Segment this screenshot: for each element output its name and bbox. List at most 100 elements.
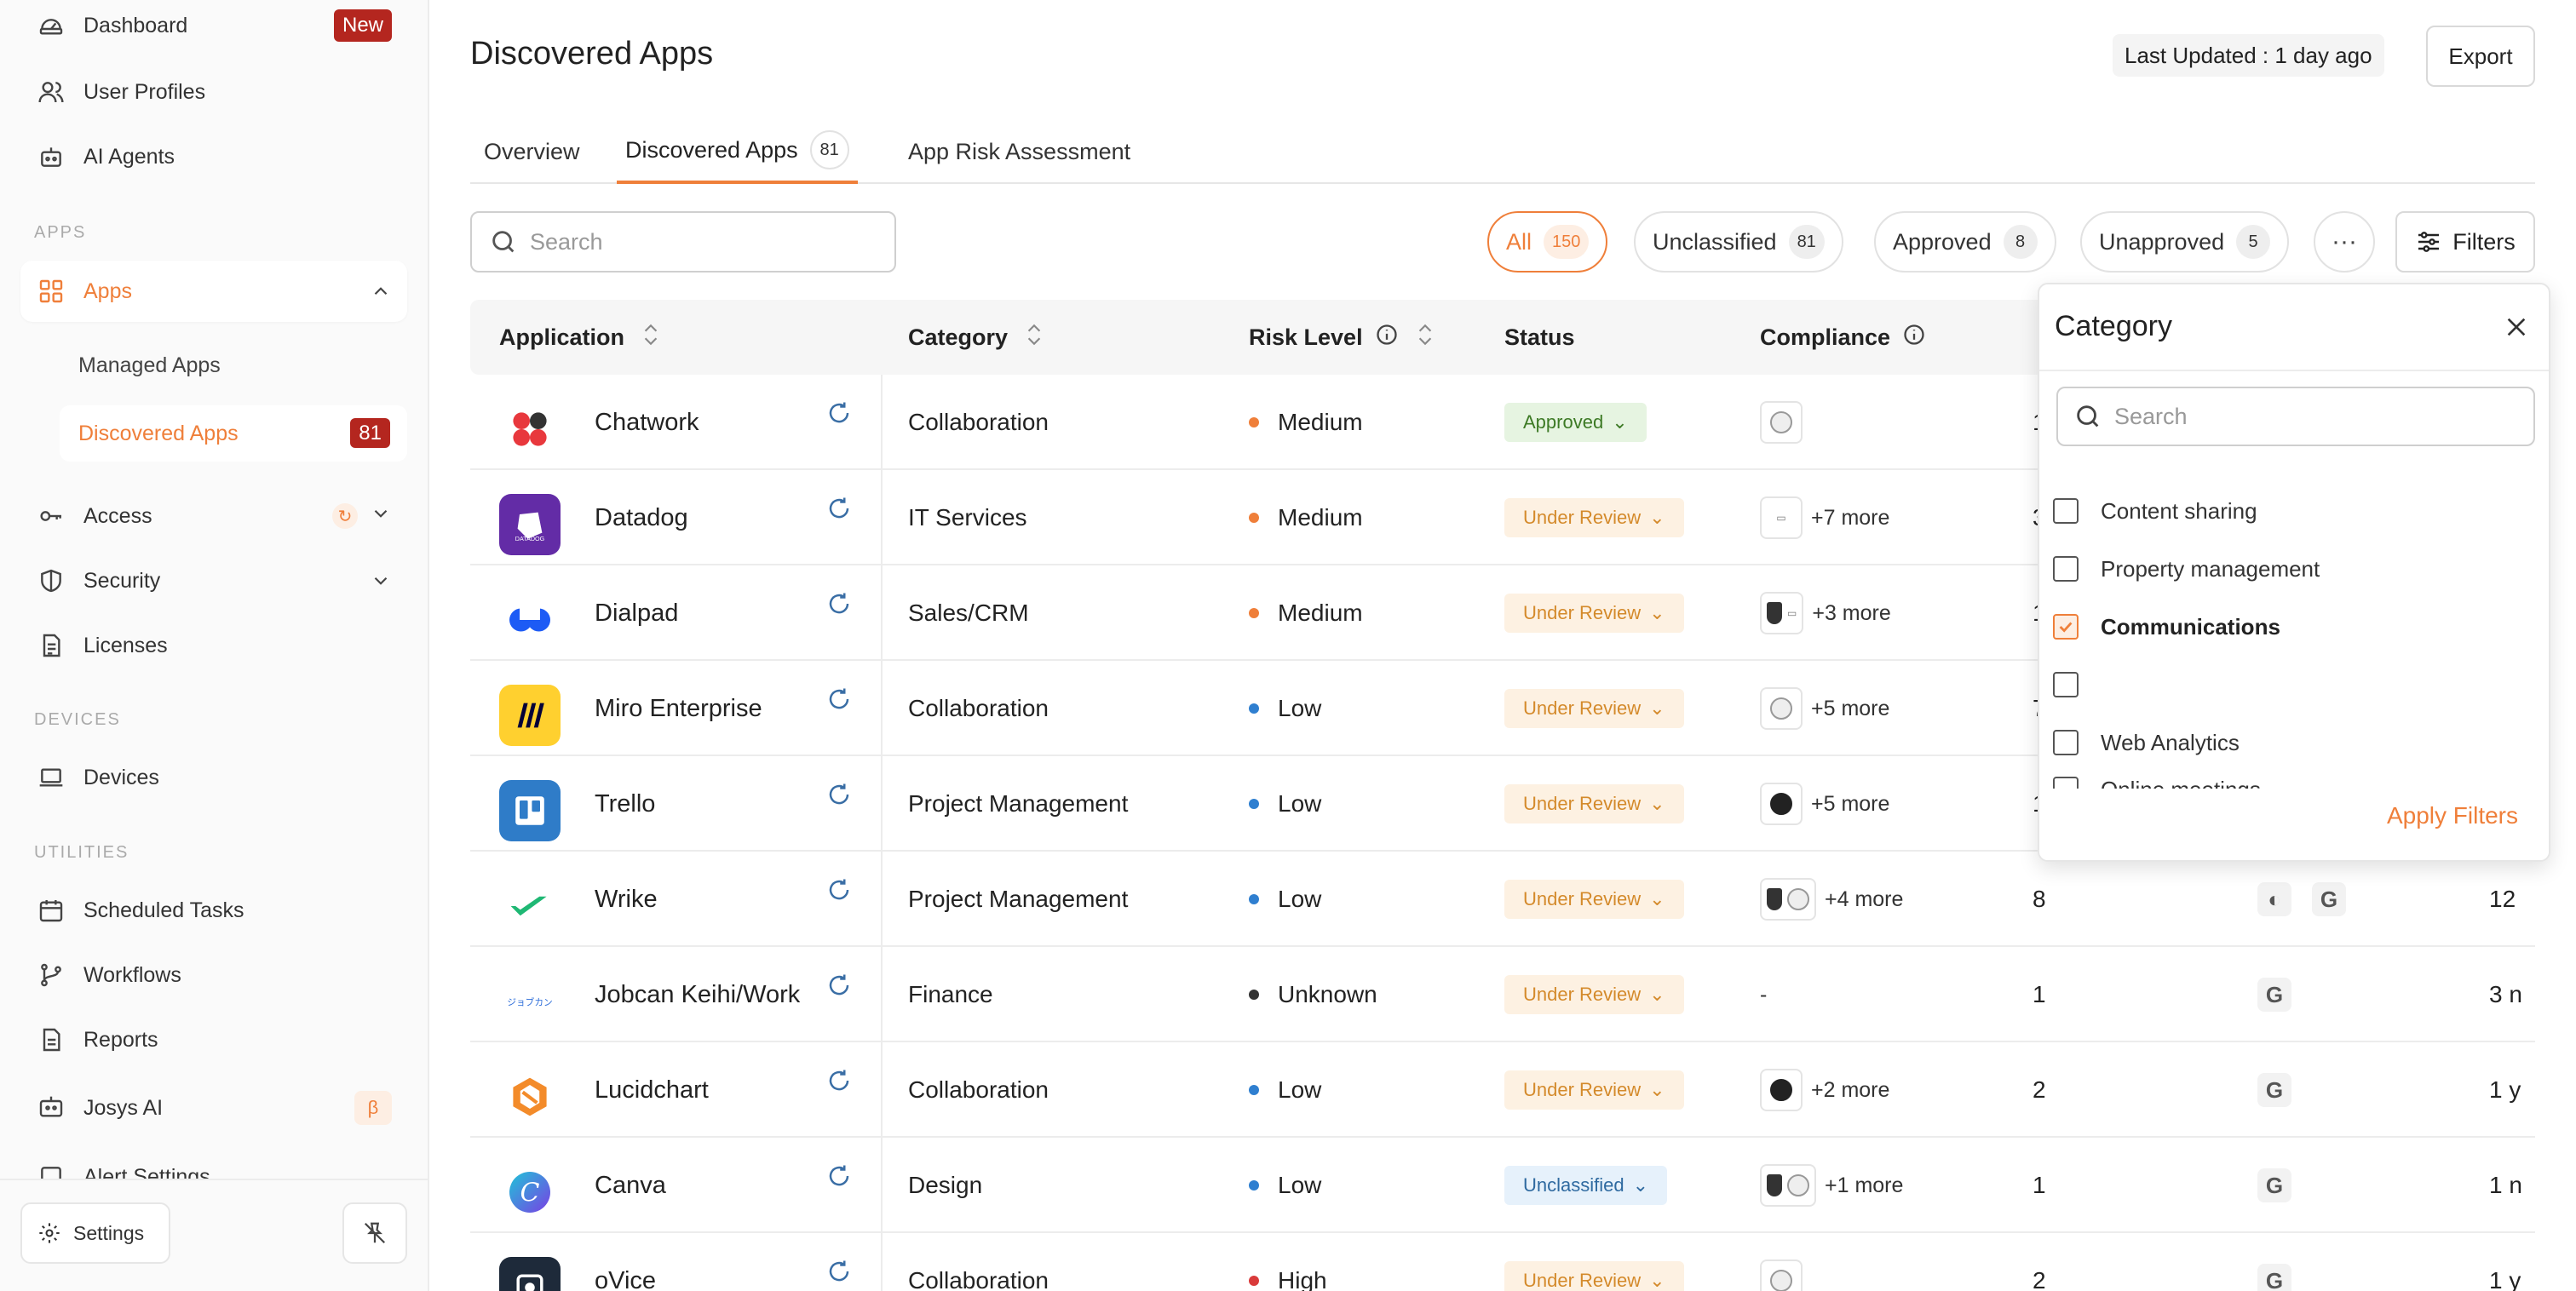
apply-filters-button[interactable]: Apply Filters — [2387, 802, 2518, 829]
chevron-up-icon[interactable] — [370, 280, 392, 302]
nav-reports[interactable]: Reports — [20, 1009, 407, 1070]
search-field[interactable] — [470, 211, 896, 273]
checkbox[interactable] — [2053, 672, 2079, 697]
filter-pill-unclassified[interactable]: Unclassified 81 — [1634, 211, 1843, 273]
search-input[interactable] — [530, 228, 871, 255]
sync-icon[interactable] — [826, 1259, 855, 1288]
tab-app-risk-assessment[interactable]: App Risk Assessment — [908, 119, 1130, 184]
nav-workflows[interactable]: Workflows — [20, 944, 407, 1006]
category-search-field[interactable] — [2056, 387, 2535, 446]
app-name[interactable]: Lucidchart — [595, 1042, 709, 1138]
status-dropdown[interactable]: Approved ⌄ — [1504, 403, 1647, 442]
compliance-badges[interactable] — [1760, 783, 1803, 825]
app-name[interactable]: Canva — [595, 1138, 666, 1233]
category-option[interactable]: Communications — [2053, 605, 2280, 649]
status-dropdown[interactable]: Under Review ⌄ — [1504, 975, 1684, 1014]
sync-icon[interactable] — [826, 686, 855, 715]
status-dropdown[interactable]: Under Review ⌄ — [1504, 784, 1684, 823]
status-dropdown[interactable]: Under Review ⌄ — [1504, 1261, 1684, 1291]
sync-icon[interactable] — [826, 1068, 855, 1097]
compliance-more-label[interactable]: +5 more — [1811, 697, 1889, 721]
compliance-badges[interactable]: ▭ — [1760, 592, 1804, 634]
app-name[interactable]: oVice — [595, 1233, 656, 1291]
app-name[interactable]: Dialpad — [595, 565, 678, 661]
status-cell[interactable]: Under Review ⌄ — [1504, 756, 1684, 852]
sort-icon[interactable] — [1008, 322, 1045, 353]
status-dropdown[interactable]: Under Review ⌄ — [1504, 880, 1684, 919]
status-cell[interactable]: Approved ⌄ — [1504, 375, 1647, 470]
nav-security[interactable]: Security — [20, 550, 407, 611]
app-name[interactable]: Jobcan Keihi/Work — [595, 947, 800, 1042]
table-row[interactable]: C Canva Design Low Unclassified ⌄ +1 more… — [470, 1138, 2535, 1233]
filter-pill-approved[interactable]: Approved 8 — [1874, 211, 2056, 273]
nav-josys-ai[interactable]: Josys AI β — [20, 1077, 407, 1139]
table-row[interactable]: oVice Collaboration High Under Review ⌄ 2… — [470, 1233, 2535, 1291]
status-cell[interactable]: Unclassified ⌄ — [1504, 1138, 1668, 1233]
category-option[interactable] — [2053, 663, 2101, 707]
compliance-more-label[interactable]: +1 more — [1825, 1173, 1903, 1198]
status-dropdown[interactable]: Under Review ⌄ — [1504, 1070, 1684, 1110]
sync-icon[interactable] — [826, 496, 855, 525]
status-cell[interactable]: Under Review ⌄ — [1504, 1233, 1684, 1291]
status-cell[interactable]: Under Review ⌄ — [1504, 947, 1684, 1042]
checkbox-checked[interactable] — [2053, 614, 2079, 640]
nav-dashboard[interactable]: Dashboard New — [20, 0, 407, 56]
app-name[interactable]: Chatwork — [595, 375, 699, 470]
sort-icon[interactable] — [624, 322, 662, 353]
nav-scheduled-tasks[interactable]: Scheduled Tasks — [20, 880, 407, 941]
compliance-more-label[interactable]: +5 more — [1811, 792, 1889, 817]
tab-discovered-apps[interactable]: Discovered Apps 81 — [617, 119, 858, 184]
sync-icon[interactable] — [826, 877, 855, 906]
app-name[interactable]: Trello — [595, 756, 655, 852]
nav-ai-agents[interactable]: AI Agents — [20, 126, 407, 187]
checkbox[interactable] — [2053, 556, 2079, 582]
col-risk-level[interactable]: Risk Level — [1249, 300, 1436, 375]
compliance-badges[interactable] — [1760, 878, 1816, 921]
nav-licenses[interactable]: Licenses — [20, 615, 407, 676]
col-compliance[interactable]: Compliance — [1760, 300, 1926, 375]
close-button[interactable] — [2498, 308, 2535, 346]
unpin-sidebar-button[interactable] — [342, 1202, 407, 1264]
info-icon[interactable] — [1363, 323, 1399, 353]
compliance-more-label[interactable]: +7 more — [1811, 506, 1889, 531]
compliance-more-label[interactable]: +2 more — [1811, 1078, 1889, 1103]
status-cell[interactable]: Under Review ⌄ — [1504, 661, 1684, 756]
category-option[interactable]: Web Analytics — [2053, 720, 2240, 765]
compliance-more-label[interactable]: +4 more — [1825, 887, 1903, 912]
status-cell[interactable]: Under Review ⌄ — [1504, 565, 1684, 661]
settings-button[interactable]: Settings — [20, 1202, 170, 1264]
sync-icon[interactable] — [826, 591, 855, 620]
chevron-down-icon[interactable] — [370, 502, 392, 531]
export-button[interactable]: Export — [2426, 26, 2535, 87]
checkbox[interactable] — [2053, 730, 2079, 755]
col-status[interactable]: Status — [1504, 300, 1575, 375]
sync-icon[interactable] — [826, 782, 855, 811]
chevron-down-icon[interactable] — [370, 570, 392, 592]
compliance-badges[interactable] — [1760, 1164, 1816, 1207]
compliance-badges[interactable] — [1760, 1259, 1803, 1291]
compliance-badges[interactable] — [1760, 1069, 1803, 1111]
compliance-badges[interactable] — [1760, 401, 1803, 444]
nav-access[interactable]: Access ↻ — [20, 485, 407, 547]
table-row[interactable]: Lucidchart Collaboration Low Under Revie… — [470, 1042, 2535, 1138]
status-dropdown[interactable]: Under Review ⌄ — [1504, 498, 1684, 537]
nav-devices[interactable]: Devices — [20, 747, 407, 808]
status-dropdown[interactable]: Unclassified ⌄ — [1504, 1166, 1668, 1205]
app-name[interactable]: Miro Enterprise — [595, 661, 762, 756]
table-row[interactable]: ジョブカン Jobcan Keihi/Work Finance Unknown … — [470, 947, 2535, 1042]
compliance-badges[interactable] — [1760, 687, 1803, 730]
compliance-more-label[interactable]: +3 more — [1812, 601, 1890, 626]
nav-discovered-apps[interactable]: Discovered Apps 81 — [60, 405, 407, 462]
category-option[interactable]: Property management — [2053, 547, 2320, 591]
tab-overview[interactable]: Overview — [484, 119, 580, 184]
info-icon[interactable] — [1890, 323, 1926, 353]
sync-icon[interactable] — [826, 973, 855, 1001]
compliance-badges[interactable]: ▭ — [1760, 496, 1803, 539]
filter-pill-unapproved[interactable]: Unapproved 5 — [2080, 211, 2290, 273]
status-cell[interactable]: Under Review ⌄ — [1504, 852, 1684, 947]
checkbox[interactable] — [2053, 498, 2079, 524]
sync-icon[interactable] — [826, 400, 855, 429]
category-option[interactable]: Content sharing — [2053, 489, 2257, 533]
status-dropdown[interactable]: Under Review ⌄ — [1504, 689, 1684, 728]
filter-pill-all[interactable]: All 150 — [1487, 211, 1608, 273]
